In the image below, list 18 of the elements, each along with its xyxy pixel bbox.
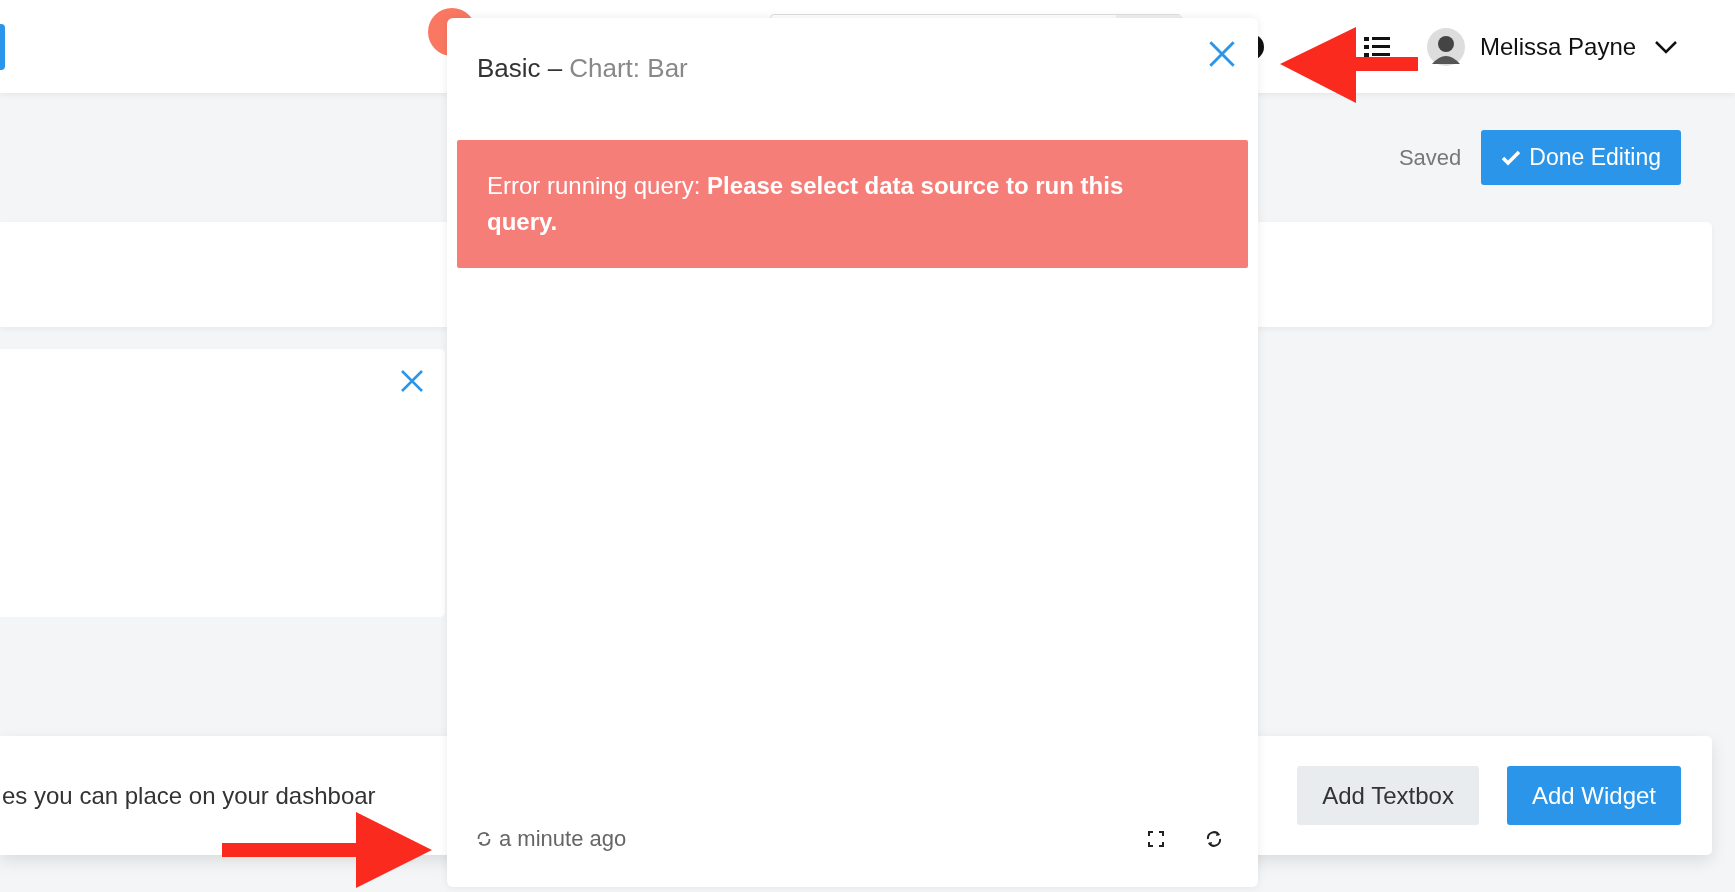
- refresh-icon[interactable]: [1204, 829, 1224, 849]
- error-message: Error running query: Please select data source to run this query.: [457, 140, 1248, 268]
- menu-button[interactable]: [0, 23, 5, 70]
- user-name[interactable]: Melissa Payne: [1480, 32, 1637, 61]
- check-icon: [1501, 149, 1522, 166]
- dialog-title: Basic –: [477, 52, 563, 84]
- list-icon[interactable]: [1364, 34, 1390, 59]
- chevron-down-icon[interactable]: [1654, 39, 1679, 54]
- close-icon[interactable]: [400, 369, 424, 393]
- updated-time: a minute ago: [499, 826, 627, 852]
- avatar-icon[interactable]: [1427, 27, 1465, 66]
- dialog-subtitle: Chart: Bar: [569, 52, 688, 84]
- add-bar-text: es you can place on your dashboar: [2, 781, 376, 810]
- save-status: Saved: [1398, 144, 1462, 171]
- add-button[interactable]: Add Textbox: [1297, 766, 1479, 825]
- refresh-icon: [475, 830, 493, 848]
- fullscreen-icon[interactable]: [1148, 831, 1164, 847]
- close-icon[interactable]: [1208, 40, 1236, 68]
